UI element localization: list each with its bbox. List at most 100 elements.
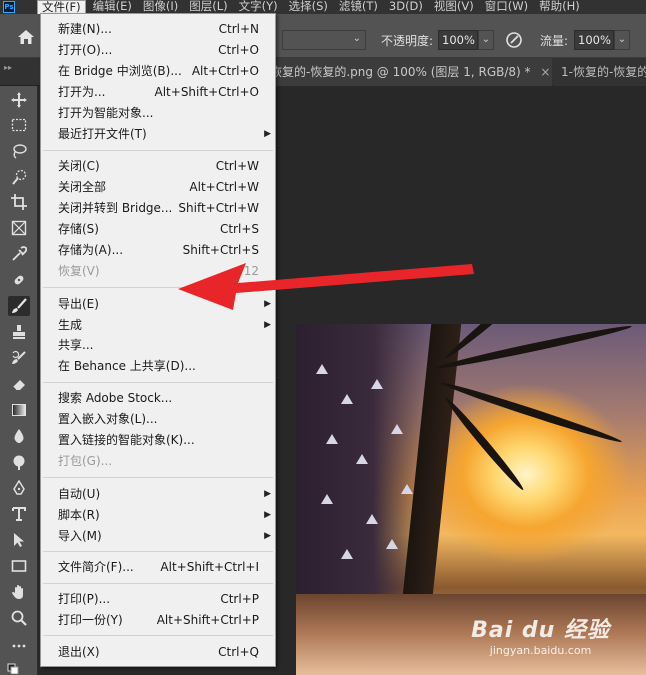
clone-stamp-tool-icon[interactable]	[8, 322, 30, 342]
submenu-arrow-icon: ▶	[264, 299, 271, 309]
marquee-tool-icon[interactable]	[8, 115, 30, 135]
menu-item-recent-files[interactable]: 最近打开文件(T) ▶	[41, 124, 275, 145]
menu-item-new[interactable]: 新建(N)... Ctrl+N	[41, 19, 275, 40]
menu-item-scripts[interactable]: 脚本(R) ▶	[41, 505, 275, 526]
triangle-pattern	[366, 514, 378, 524]
mode-dropdown[interactable]: ⌄	[282, 30, 366, 50]
triangle-pattern	[371, 379, 383, 389]
menu-item-open-smart-object[interactable]: 打开为智能对象...	[41, 103, 275, 124]
document-canvas[interactable]: Bai du 经验 jingyan.baidu.com	[296, 324, 646, 675]
menu-item-close-all[interactable]: 关闭全部 Alt+Ctrl+W	[41, 177, 275, 198]
swap-colors-icon[interactable]	[4, 656, 26, 675]
menu-item-exit[interactable]: 退出(X) Ctrl+Q	[41, 642, 275, 663]
menu-item-generate[interactable]: 生成 ▶	[41, 315, 275, 336]
menu-edit[interactable]: 编辑(E)	[89, 0, 136, 14]
type-tool-icon[interactable]	[8, 504, 30, 524]
pressure-opacity-icon[interactable]	[505, 31, 523, 49]
triangle-pattern	[341, 549, 353, 559]
menu-item-save[interactable]: 存储(S) Ctrl+S	[41, 219, 275, 240]
menu-item-search-stock[interactable]: 搜索 Adobe Stock...	[41, 388, 275, 409]
menu-item-close[interactable]: 关闭(C) Ctrl+W	[41, 156, 275, 177]
menu-item-save-as[interactable]: 存储为(A)... Shift+Ctrl+S	[41, 240, 275, 261]
palm-frond	[435, 324, 633, 372]
frame-tool-icon[interactable]	[8, 218, 30, 238]
menu-filter[interactable]: 滤镜(T)	[335, 0, 382, 14]
menu-separator	[43, 635, 273, 636]
menu-file[interactable]: 文件(F)	[37, 0, 86, 14]
menu-separator	[43, 382, 273, 383]
watermark-url: jingyan.baidu.com	[489, 644, 592, 657]
triangle-pattern	[316, 364, 328, 374]
triangle-pattern	[386, 539, 398, 549]
menu-separator	[43, 150, 273, 151]
menu-item-revert: 恢复(V) F12	[58, 264, 259, 278]
menu-item-share[interactable]: 共享...	[41, 335, 275, 356]
menu-window[interactable]: 窗口(W)	[481, 0, 532, 14]
menu-3d[interactable]: 3D(D)	[385, 0, 427, 14]
chevron-down-icon: ⌄	[352, 33, 361, 44]
home-icon[interactable]	[18, 30, 34, 44]
menu-item-automate[interactable]: 自动(U) ▶	[41, 484, 275, 505]
more-tools-icon[interactable]	[8, 636, 30, 656]
menu-item-open-as[interactable]: 打开为... Alt+Shift+Ctrl+O	[41, 82, 275, 103]
opacity-chevron-icon[interactable]: ⌄	[478, 30, 494, 50]
file-menu-dropdown: 新建(N)... Ctrl+N 打开(O)... Ctrl+O 在 Bridge 中…	[40, 13, 276, 667]
menu-layer[interactable]: 图层(L)	[185, 0, 231, 14]
eraser-tool-icon[interactable]	[8, 374, 30, 394]
dodge-tool-icon[interactable]	[8, 452, 30, 472]
quick-selection-tool-icon[interactable]	[8, 167, 30, 187]
opacity-input[interactable]: 100%	[438, 30, 478, 50]
close-icon[interactable]: ×	[540, 58, 550, 86]
tab-document-1[interactable]: 恢复的-恢复的.png @ 100% (图层 1, RGB/8) * ×	[270, 58, 552, 86]
tab-document-2[interactable]: 1-恢复的-恢复的	[553, 58, 646, 86]
flow-input[interactable]: 100%	[574, 30, 614, 50]
flow-label: 流量:	[540, 34, 569, 48]
brush-tool-icon[interactable]	[8, 296, 30, 316]
rectangle-tool-icon[interactable]	[8, 556, 30, 576]
menu-image[interactable]: 图像(I)	[139, 0, 182, 14]
menu-help[interactable]: 帮助(H)	[535, 0, 584, 14]
menu-separator	[43, 287, 273, 288]
menu-bar: Ps 文件(F) 编辑(E) 图像(I) 图层(L) 文字(Y) 选择(S) 滤…	[0, 0, 646, 14]
menu-item-share-behance[interactable]: 在 Behance 上共享(D)...	[41, 356, 275, 377]
menu-item-open[interactable]: 打开(O)... Ctrl+O	[41, 40, 275, 61]
menu-item-export[interactable]: 导出(E) ▶	[41, 294, 275, 315]
menu-item-browse-bridge[interactable]: 在 Bridge 中浏览(B)... Alt+Ctrl+O	[41, 61, 275, 82]
submenu-arrow-icon: ▶	[264, 510, 271, 520]
palm-frond	[439, 379, 623, 446]
history-brush-tool-icon[interactable]	[8, 348, 30, 368]
baidu-watermark: Bai du 经验 jingyan.baidu.com	[471, 612, 610, 657]
photoshop-logo: Ps	[3, 1, 15, 13]
menu-type[interactable]: 文字(Y)	[235, 0, 282, 14]
gradient-tool-icon[interactable]	[8, 400, 30, 420]
submenu-arrow-icon: ▶	[264, 129, 271, 139]
menu-item-print[interactable]: 打印(P)... Ctrl+P	[41, 589, 275, 610]
blur-tool-icon[interactable]	[8, 426, 30, 446]
menu-item-import[interactable]: 导入(M) ▶	[41, 526, 275, 547]
menu-separator	[43, 477, 273, 478]
zoom-tool-icon[interactable]	[8, 608, 30, 628]
triangle-pattern	[401, 484, 413, 494]
hand-tool-icon[interactable]	[8, 582, 30, 602]
crop-tool-icon[interactable]	[8, 192, 30, 212]
healing-brush-tool-icon[interactable]	[8, 270, 30, 290]
menu-select[interactable]: 选择(S)	[285, 0, 332, 14]
collapse-grip-icon[interactable]: ▸▸	[4, 63, 12, 72]
menu-item-print-one-copy[interactable]: 打印一份(Y) Alt+Shift+Ctrl+P	[41, 610, 275, 631]
pen-tool-icon[interactable]	[8, 478, 30, 498]
menu-view[interactable]: 视图(V)	[430, 0, 478, 14]
submenu-arrow-icon: ▶	[264, 320, 271, 330]
path-selection-tool-icon[interactable]	[8, 530, 30, 550]
flow-chevron-icon[interactable]: ⌄	[614, 30, 630, 50]
triangle-pattern	[321, 494, 333, 504]
move-tool-icon[interactable]	[8, 90, 30, 110]
lasso-tool-icon[interactable]	[8, 141, 30, 161]
menu-item-close-go-bridge[interactable]: 关闭并转到 Bridge... Shift+Ctrl+W	[41, 198, 275, 219]
menu-item-package: 打包(G)...	[58, 454, 113, 468]
menu-item-place-embedded[interactable]: 置入嵌入对象(L)...	[41, 409, 275, 430]
menu-item-file-info[interactable]: 文件简介(F)... Alt+Shift+Ctrl+I	[41, 557, 275, 578]
triangle-pattern	[326, 434, 338, 444]
eyedropper-tool-icon[interactable]	[8, 244, 30, 264]
menu-item-place-linked[interactable]: 置入链接的智能对象(K)...	[41, 430, 275, 451]
watermark-main-text: Bai du 经验	[471, 618, 610, 643]
